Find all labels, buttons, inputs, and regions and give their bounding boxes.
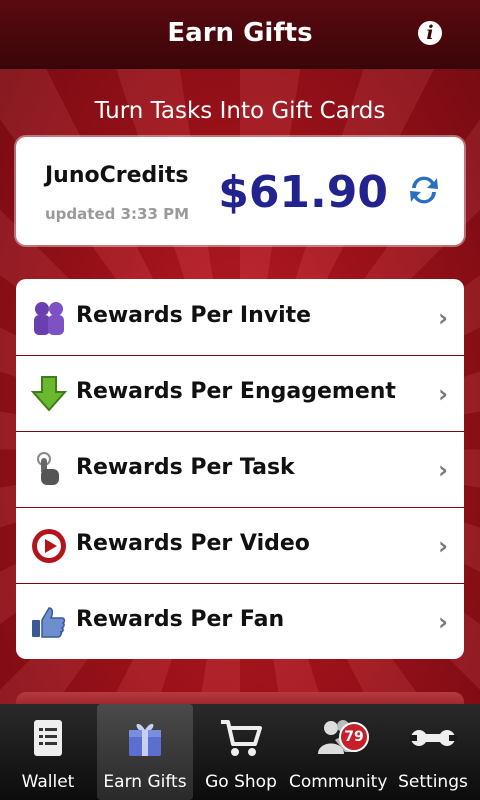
bottom-tab-bar: Wallet Earn Gifts Go Shop 79 Community S… bbox=[0, 704, 480, 800]
chevron-right-icon: › bbox=[438, 380, 448, 408]
tab-label: Community bbox=[289, 772, 388, 792]
tab-label: Wallet bbox=[21, 772, 75, 792]
tab-earn-gifts[interactable]: Earn Gifts bbox=[97, 704, 193, 800]
balance-amount: $61.90 bbox=[218, 167, 388, 218]
menu-item-label: Rewards Per Fan bbox=[76, 607, 285, 632]
rewards-menu: Rewards Per Invite › Rewards Per Engagem… bbox=[16, 279, 464, 659]
subtitle: Turn Tasks Into Gift Cards bbox=[94, 98, 386, 124]
tab-label: Earn Gifts bbox=[103, 772, 187, 792]
credits-label: JunoCredits bbox=[45, 163, 189, 188]
tab-wallet[interactable]: Wallet bbox=[0, 704, 96, 800]
tab-label: Settings bbox=[398, 772, 468, 792]
cart-icon bbox=[221, 720, 262, 756]
chevron-right-icon: › bbox=[438, 608, 448, 636]
balance-card: JunoCredits updated 3:33 PM $61.90 bbox=[16, 137, 464, 245]
wallet-list-icon bbox=[34, 720, 62, 756]
chevron-right-icon: › bbox=[438, 532, 448, 560]
menu-item-fan[interactable]: Rewards Per Fan › bbox=[16, 583, 464, 659]
menu-item-label: Rewards Per Video bbox=[76, 531, 310, 556]
chevron-right-icon: › bbox=[438, 304, 448, 332]
title-bar: Earn Gifts i bbox=[0, 0, 480, 69]
tap-finger-icon bbox=[37, 452, 59, 485]
chevron-right-icon: › bbox=[438, 456, 448, 484]
play-icon bbox=[32, 529, 66, 563]
menu-item-task[interactable]: Rewards Per Task › bbox=[16, 431, 464, 508]
wrench-icon bbox=[409, 730, 457, 746]
menu-item-label: Rewards Per Engagement bbox=[76, 379, 396, 404]
tab-settings[interactable]: Settings bbox=[385, 704, 480, 800]
thumbs-up-icon bbox=[32, 607, 66, 638]
tab-community[interactable]: 79 Community bbox=[289, 704, 388, 800]
tab-label: Go Shop bbox=[205, 772, 277, 792]
menu-item-label: Rewards Per Task bbox=[76, 455, 295, 480]
page-title: Earn Gifts bbox=[167, 18, 313, 48]
updated-timestamp: updated 3:33 PM bbox=[45, 205, 190, 223]
menu-item-label: Rewards Per Invite bbox=[76, 303, 312, 328]
refresh-icon[interactable] bbox=[406, 172, 442, 208]
menu-item-engagement[interactable]: Rewards Per Engagement › bbox=[16, 355, 464, 432]
menu-item-invite[interactable]: Rewards Per Invite › bbox=[16, 279, 464, 356]
notification-badge: 79 bbox=[339, 722, 369, 752]
gift-icon bbox=[129, 723, 161, 756]
info-icon[interactable]: i bbox=[418, 21, 442, 45]
menu-item-video[interactable]: Rewards Per Video › bbox=[16, 507, 464, 584]
people-icon bbox=[34, 302, 64, 335]
tab-go-shop[interactable]: Go Shop bbox=[193, 704, 289, 800]
download-arrow-icon bbox=[30, 376, 68, 412]
